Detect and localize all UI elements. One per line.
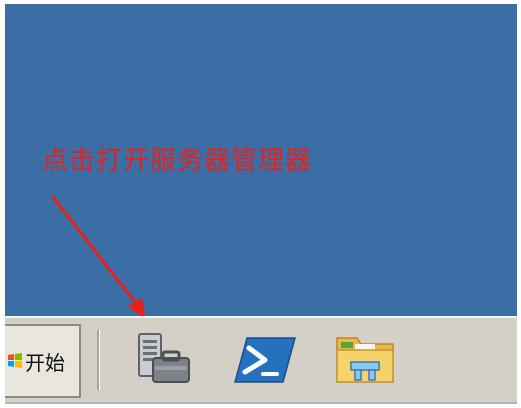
start-label: 开始	[25, 350, 65, 375]
start-button[interactable]: 开始	[5, 324, 81, 398]
taskbar-bottom-edge	[5, 402, 517, 404]
annotation-text: 点击打开服务器管理器	[42, 146, 313, 176]
powershell-icon[interactable]	[233, 328, 297, 392]
windows-explorer-icon[interactable]	[333, 328, 397, 392]
screenshot-frame: 点击打开服务器管理器 开始	[0, 0, 521, 408]
taskbar-separator	[97, 330, 100, 390]
server-manager-icon[interactable]	[133, 328, 197, 392]
windows-logo-icon	[8, 353, 22, 368]
taskbar: 开始	[5, 316, 517, 402]
